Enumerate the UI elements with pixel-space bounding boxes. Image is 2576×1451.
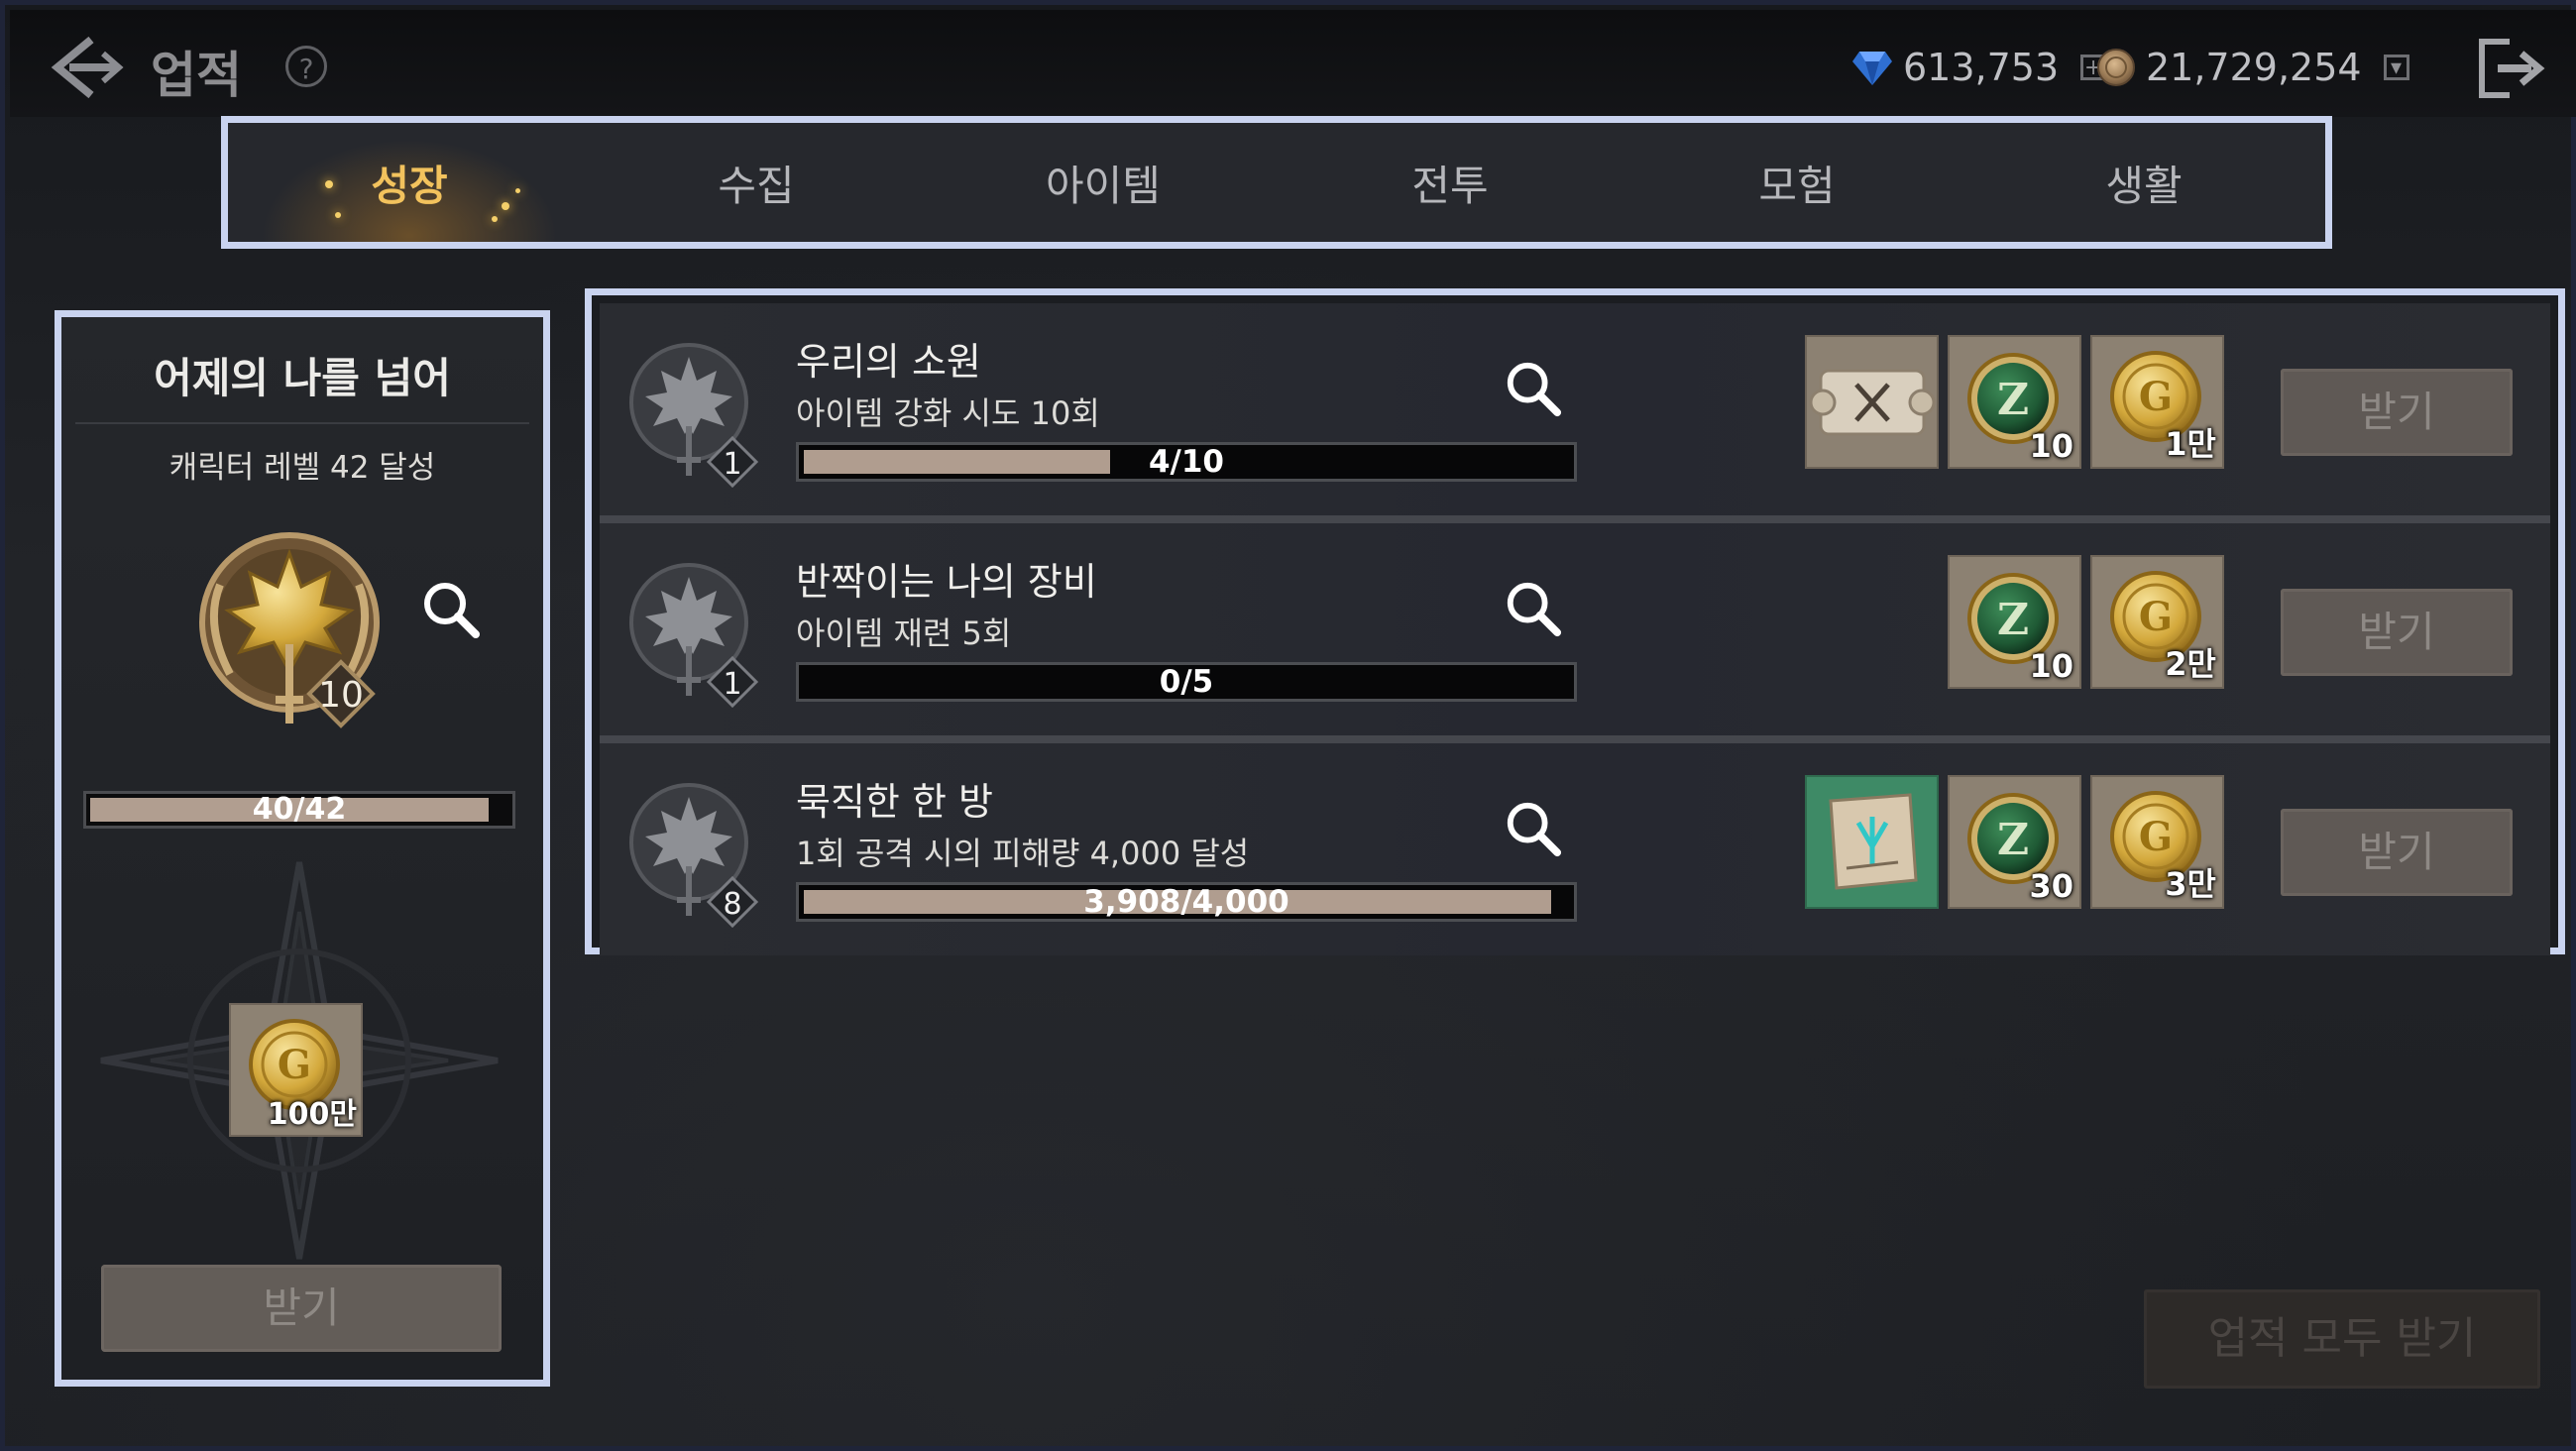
reward-slot[interactable] <box>1805 335 1939 469</box>
achievement-desc: 아이템 강화 시도 10회 <box>796 394 1100 432</box>
achievement-row: 1 우리의 소원 아이템 강화 시도 10회 4/10 Z 10 G 1만 받기 <box>600 303 2550 515</box>
diamond-icon <box>1852 52 1892 85</box>
sparkle-icon <box>325 180 333 188</box>
game-screen: 업적 ? 613,753 + 21,729,254 ▾ 성장 수집 아이템 전투… <box>0 0 2576 1451</box>
achievement-list: 1 우리의 소원 아이템 강화 시도 10회 4/10 Z 10 G 1만 받기… <box>585 288 2565 955</box>
achievement-progress-bar: 0/5 <box>796 662 1577 702</box>
search-icon[interactable] <box>1504 359 1563 418</box>
claim-button[interactable]: 받기 <box>2281 369 2513 456</box>
divider <box>75 422 529 424</box>
reward-count: 30 <box>2029 867 2073 905</box>
reward-slot[interactable] <box>1805 775 1939 909</box>
svg-text:G: G <box>2139 374 2173 420</box>
achievement-progress-bar: 3,908/4,000 <box>796 882 1577 922</box>
tab-life[interactable]: 생활 <box>1970 123 2317 242</box>
reward-count: 1만 <box>2165 425 2216 463</box>
scroll-map-icon <box>1809 369 1936 436</box>
claim-all-button[interactable]: 업적 모두 받기 <box>2144 1289 2540 1389</box>
progress-text: 3,908/4,000 <box>1083 884 1289 920</box>
summary-condition: 캐릭터 레벨 42 달성 <box>168 450 436 486</box>
search-icon[interactable] <box>1504 579 1563 638</box>
help-icon[interactable]: ? <box>285 46 327 87</box>
gold-currency: 21,729,254 ▾ <box>2096 40 2409 95</box>
tab-collection[interactable]: 수집 <box>583 123 930 242</box>
row-divider <box>600 515 2550 523</box>
growth-summary-panel: 어제의 나를 넘어 캐릭터 레벨 42 달성 10 40/42 G 100만 받… <box>55 310 550 1387</box>
tier-number: 1 <box>723 447 741 482</box>
achievement-row: 1 반짝이는 나의 장비 아이템 재련 5회 0/5 Z 10 G 2만 받기 <box>600 523 2550 735</box>
reward-slot[interactable]: G 3만 <box>2090 775 2224 909</box>
summary-title: 어제의 나를 넘어 <box>154 354 451 402</box>
sparkle-icon <box>492 216 498 222</box>
svg-text:G: G <box>2139 594 2173 640</box>
reward-slot[interactable]: G 2만 <box>2090 555 2224 689</box>
reward-slot[interactable]: G 1만 <box>2090 335 2224 469</box>
tab-item[interactable]: 아이템 <box>930 123 1277 242</box>
tier-number: 10 <box>318 675 364 716</box>
sparkle-icon <box>515 188 520 193</box>
gem-amount: 613,753 <box>1903 46 2060 89</box>
progress-text: 0/5 <box>1159 664 1214 700</box>
tab-combat[interactable]: 전투 <box>1277 123 1624 242</box>
summary-reward-slot[interactable]: G 100만 <box>229 1003 363 1137</box>
svg-text:Z: Z <box>1997 815 2029 865</box>
maple-leaf-emblem-icon: 1 <box>629 343 759 489</box>
gold-amount: 21,729,254 <box>2146 46 2362 89</box>
achievement-name: 묵직한 한 방 <box>796 780 993 824</box>
reward-count: 100만 <box>267 1097 357 1132</box>
search-icon[interactable] <box>420 579 482 640</box>
claim-button[interactable]: 받기 <box>2281 809 2513 896</box>
gold-dropdown-icon[interactable]: ▾ <box>2383 55 2409 80</box>
sparkle-icon <box>502 202 509 210</box>
gold-coin-icon <box>2097 49 2135 86</box>
summary-claim-button[interactable]: 받기 <box>101 1265 502 1352</box>
reward-count: 3만 <box>2165 865 2216 903</box>
tab-label: 전투 <box>1411 161 1489 210</box>
back-arrow-icon[interactable] <box>48 32 127 103</box>
summary-progress-bar: 40/42 <box>83 791 515 829</box>
tier-number: 1 <box>723 667 741 702</box>
achievement-desc: 아이템 재련 5회 <box>796 614 1012 652</box>
reward-slot[interactable]: Z 30 <box>1948 775 2081 909</box>
achievement-desc: 1회 공격 시의 피해량 4,000 달성 <box>796 835 1250 872</box>
top-bar: 업적 ? 613,753 + 21,729,254 ▾ <box>10 10 2576 117</box>
svg-text:G: G <box>278 1042 311 1088</box>
reward-slot[interactable]: Z 10 <box>1948 555 2081 689</box>
tab-label: 수집 <box>718 161 795 210</box>
tab-adventure[interactable]: 모험 <box>1624 123 1970 242</box>
category-tabs: 성장 수집 아이템 전투 모험 생활 <box>221 116 2332 249</box>
svg-text:Z: Z <box>1997 595 2029 645</box>
progress-text: 40/42 <box>252 792 347 827</box>
tab-label: 아이템 <box>1046 161 1161 210</box>
tab-label: 모험 <box>1758 161 1836 210</box>
svg-text:G: G <box>2139 814 2173 860</box>
gem-currency: 613,753 + <box>1851 40 2107 95</box>
achievement-name: 반짝이는 나의 장비 <box>796 560 1097 604</box>
achievement-name: 우리의 소원 <box>796 340 981 384</box>
svg-text:Z: Z <box>1997 375 2029 425</box>
sparkle-icon <box>335 212 341 218</box>
reward-count: 10 <box>2029 647 2073 685</box>
progress-text: 4/10 <box>1148 444 1225 480</box>
exit-icon[interactable] <box>2474 36 2547 101</box>
claim-button[interactable]: 받기 <box>2281 589 2513 676</box>
achievement-row: 8 묵직한 한 방 1회 공격 시의 피해량 4,000 달성 3,908/4,… <box>600 743 2550 955</box>
achievement-progress-bar: 4/10 <box>796 442 1577 482</box>
maple-leaf-emblem-icon: 10 <box>199 532 380 728</box>
maple-leaf-emblem-icon: 1 <box>629 563 759 709</box>
reward-count: 2만 <box>2165 645 2216 683</box>
maple-leaf-emblem-icon: 8 <box>629 783 759 929</box>
tab-label: 성장 <box>371 161 448 210</box>
row-divider <box>600 735 2550 743</box>
tier-number: 8 <box>723 887 741 922</box>
enchant-scroll-icon <box>1829 793 1918 890</box>
reward-slot[interactable]: Z 10 <box>1948 335 2081 469</box>
tab-label: 생활 <box>2105 161 2183 210</box>
page-title: 업적 <box>151 47 242 104</box>
reward-count: 10 <box>2029 427 2073 465</box>
search-icon[interactable] <box>1504 799 1563 858</box>
tab-growth[interactable]: 성장 <box>236 123 583 242</box>
